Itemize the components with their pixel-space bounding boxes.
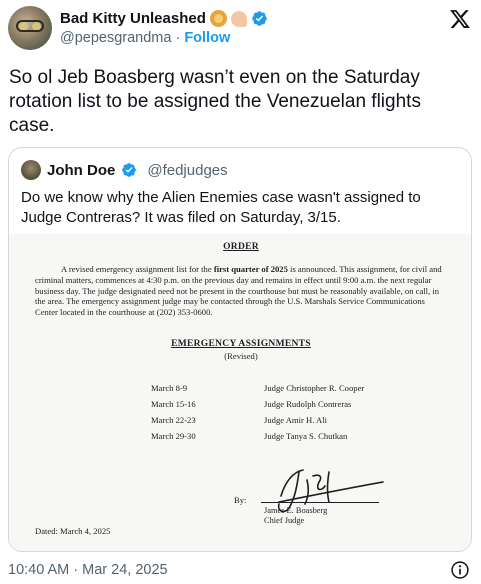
assignments-subtitle: (Revised) [224, 351, 258, 361]
schedule-date: March 8-9 [151, 383, 188, 393]
author-avatar[interactable] [8, 6, 52, 50]
author-display-name[interactable]: Bad Kitty Unleashed [60, 10, 206, 27]
quoted-header: John Doe @fedjudges [21, 160, 228, 180]
tweet-timestamp[interactable]: 10:40 AM · Mar 24, 2025 [8, 562, 168, 578]
tweet-text: So ol Jeb Boasberg wasn’t even on the Sa… [9, 67, 421, 136]
schedule-judge: Judge Christopher R. Cooper [264, 383, 365, 393]
order-paragraph-start: A revised emergency assignment list for … [61, 264, 214, 274]
order-date: Dated: March 4, 2025 [35, 526, 111, 536]
schedule-date: March 22-23 [151, 415, 196, 425]
author-handle[interactable]: @pepesgrandma [60, 30, 171, 46]
separator-dot: · [175, 30, 181, 46]
quoted-tweet[interactable]: John Doe @fedjudges Do we know why the A… [8, 147, 472, 552]
court-order-image[interactable]: ORDER A revised emergency assignment lis… [9, 234, 471, 551]
follow-button[interactable]: Follow [184, 30, 230, 46]
quoted-author-avatar [21, 160, 41, 180]
by-label: By: [234, 495, 247, 505]
schedule-date: March 15-16 [151, 399, 196, 409]
schedule-judge: Judge Rudolph Contreras [264, 399, 352, 409]
author-name-row: Bad Kitty Unleashed [60, 10, 268, 27]
info-icon[interactable] [450, 560, 470, 580]
x-logo-icon[interactable] [449, 8, 471, 30]
verified-badge-icon [252, 11, 267, 26]
schedule-date: March 29-30 [151, 431, 196, 441]
quoted-tweet-text: Do we know why the Alien Enemies case wa… [21, 189, 421, 226]
verified-badge-icon [122, 163, 137, 177]
schedule-judge: Judge Amir H. Ali [264, 415, 328, 425]
order-paragraph: A revised emergency assignment list for … [35, 264, 445, 318]
quoted-author-display-name: John Doe [47, 161, 116, 179]
signature-line [261, 502, 379, 503]
lion-emoji-icon [209, 10, 227, 27]
order-title: ORDER [223, 242, 259, 252]
assignments-title: EMERGENCY ASSIGNMENTS [171, 339, 311, 349]
signer-title: Chief Judge [264, 516, 305, 525]
tweet-header: Bad Kitty Unleashed @pepesgrandma · Foll… [8, 4, 473, 54]
order-paragraph-bold: first quarter of 2025 [213, 264, 288, 274]
quoted-author-handle: @fedjudges [147, 161, 228, 179]
schedule-judge: Judge Tanya S. Chutkan [264, 431, 348, 441]
author-handle-row: @pepesgrandma · Follow [60, 30, 230, 46]
flexed-biceps-emoji-icon [230, 10, 247, 27]
signer-name: James E. Boasberg [264, 506, 328, 515]
